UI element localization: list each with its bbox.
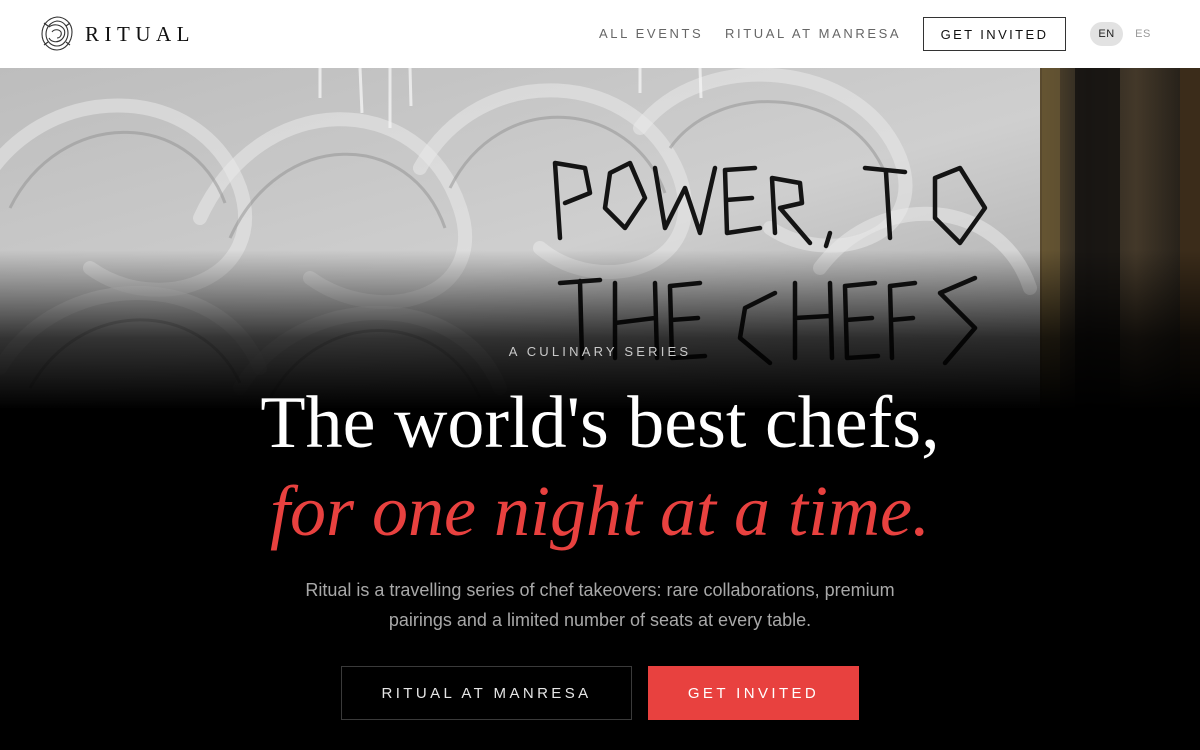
get-invited-button[interactable]: GET INVITED	[648, 666, 859, 720]
site-header: RITUAL ALL EVENTS RITUAL AT MANRESA GET …	[0, 0, 1200, 68]
language-es-button[interactable]: ES	[1131, 22, 1155, 46]
brand-name: RITUAL	[85, 21, 195, 46]
hero-subheadline: for one night at a time.	[270, 471, 930, 551]
nav-ritual-at-manresa[interactable]: RITUAL AT MANRESA	[725, 26, 901, 41]
ritual-ornament-icon	[41, 16, 73, 51]
nav-all-events[interactable]: ALL EVENTS	[599, 26, 703, 41]
language-en-button[interactable]: EN	[1090, 22, 1123, 46]
hero-eyebrow: A CULINARY SERIES	[508, 344, 692, 359]
hero-intro-text: Ritual is a travelling series of chef ta…	[305, 580, 895, 630]
nav-get-invited-button[interactable]: GET INVITED	[923, 17, 1066, 51]
hero-headline: The world's best chefs,	[260, 382, 940, 464]
ritual-at-manresa-button[interactable]: RITUAL AT MANRESA	[341, 666, 632, 720]
brand-logo-link[interactable]: RITUAL	[39, 15, 195, 53]
